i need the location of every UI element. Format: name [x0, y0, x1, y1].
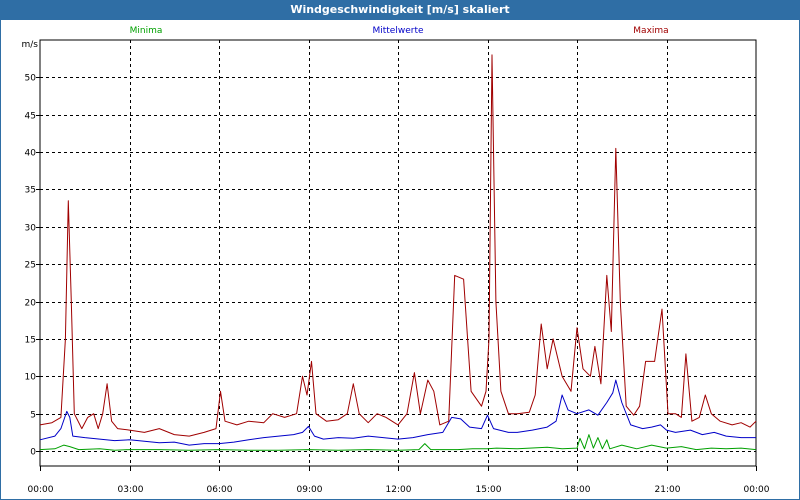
x-tick-time-label: 15:00: [476, 485, 502, 495]
legend-item-maxima: Maxima: [633, 26, 668, 36]
chart-title: Windgeschwindigkeit [m/s] skaliert: [290, 3, 510, 16]
x-tick-time-label: 00:00: [744, 485, 770, 495]
legend: Minima Mittelwerte Maxima: [130, 26, 669, 36]
legend-item-mittelwerte: Mittelwerte: [372, 26, 423, 36]
grid-layer: [40, 40, 756, 466]
x-tick-time-label: 03:00: [118, 485, 144, 495]
y-tick-label: 30: [25, 224, 37, 234]
x-tick-time-label: 21:00: [655, 485, 681, 495]
x-tick-time-label: 06:00: [207, 485, 233, 495]
x-tick-time-label: 00:00: [28, 485, 54, 495]
y-tick-label: 35: [25, 186, 36, 196]
y-tick-label: 45: [25, 112, 36, 122]
y-tick-label: 40: [25, 149, 37, 159]
y-tick-label: 20: [25, 299, 37, 309]
y-tick-label: 10: [25, 373, 37, 383]
x-tick-time-label: 18:00: [565, 485, 591, 495]
legend-item-minima: Minima: [130, 26, 163, 36]
y-tick-label: 5: [30, 411, 36, 421]
x-tick-time-label: 12:00: [386, 485, 412, 495]
line-chart: 05101520253035404550m/s00:0022.11.2403:0…: [22, 26, 770, 495]
y-tick-label: 25: [25, 261, 36, 271]
y-tick-label: 50: [25, 74, 37, 84]
y-axis-label: m/s: [22, 40, 39, 50]
y-tick-label: 0: [30, 448, 36, 458]
x-tick-time-label: 09:00: [297, 485, 323, 495]
y-tick-label: 15: [25, 336, 36, 346]
title-bar: Windgeschwindigkeit [m/s] skaliert: [0, 0, 800, 20]
